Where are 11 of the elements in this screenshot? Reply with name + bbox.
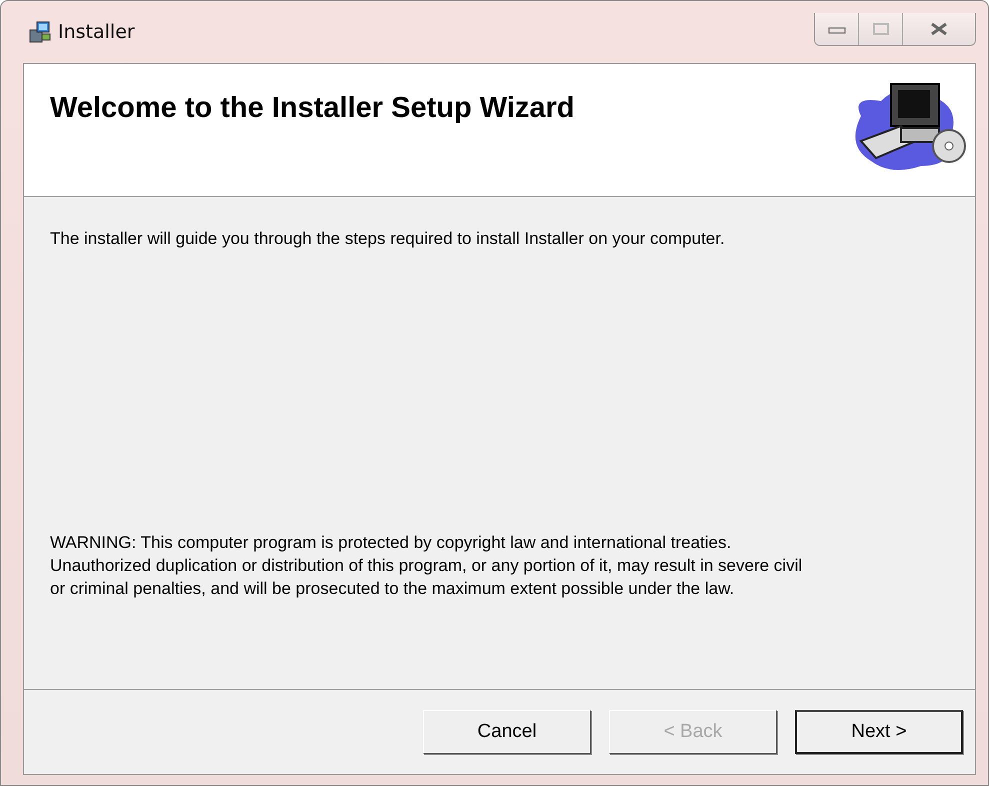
installer-icon — [28, 20, 52, 44]
next-button[interactable]: Next > — [795, 710, 963, 754]
intro-text: The installer will guide you through the steps required to install Installer on your computer. — [50, 228, 726, 250]
cancel-button[interactable]: Cancel — [423, 710, 591, 754]
close-button[interactable] — [903, 13, 975, 45]
minimize-button[interactable] — [815, 13, 859, 45]
copyright-warning: WARNING: This computer program is protected by copyright law and international treaties. Unauthorized duplication or distribution of this program, or any portion of it, may result in severe civil or criminal penalties, and will be prosecuted to the maximum extent possible under the law. — [50, 532, 804, 600]
close-icon — [929, 22, 949, 36]
wizard-title: Welcome to the Installer Setup Wizard — [50, 92, 575, 125]
window-title: Installer — [58, 21, 135, 43]
maximize-icon — [872, 22, 890, 36]
